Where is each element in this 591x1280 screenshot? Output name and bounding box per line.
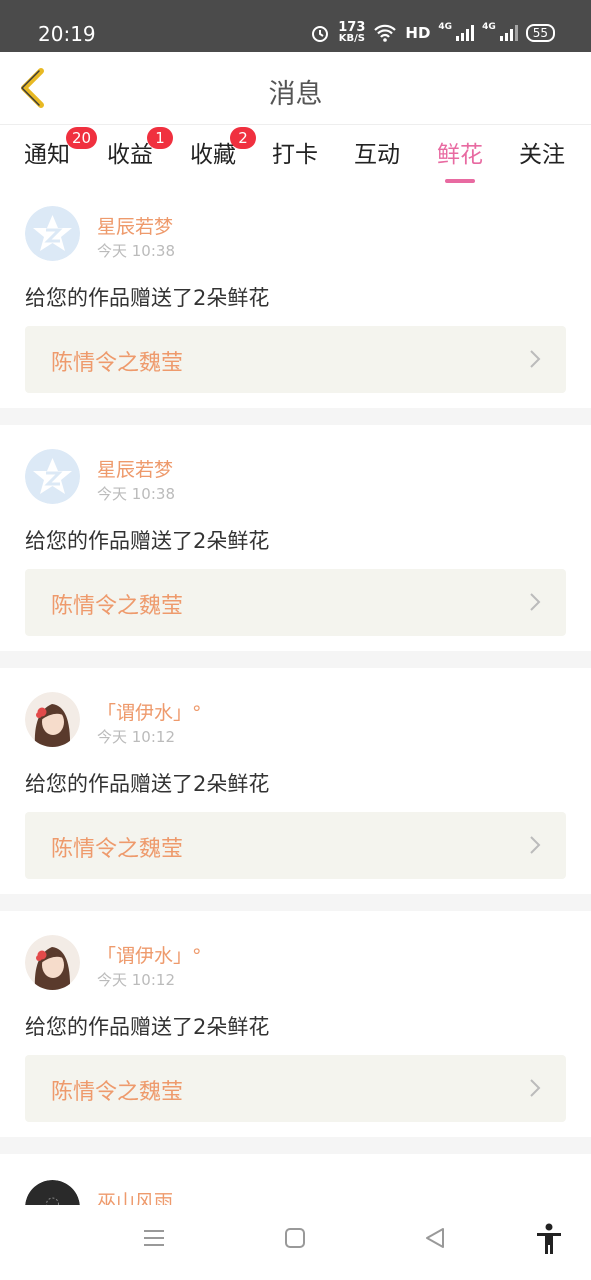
alarm-icon bbox=[312, 25, 329, 42]
badge-earnings: 1 bbox=[147, 127, 173, 149]
accessibility-icon[interactable] bbox=[535, 1223, 563, 1255]
message-time: 今天 10:12 bbox=[97, 971, 175, 989]
default-star-avatar-icon bbox=[25, 206, 80, 261]
status-icons: 173 KB/S HD 4G 4G 55 bbox=[310, 20, 555, 44]
hd-label: HD bbox=[405, 23, 431, 42]
dark-avatar-icon bbox=[25, 1180, 80, 1205]
tab-notifications[interactable]: 通知 20 bbox=[24, 127, 98, 169]
user-name[interactable]: 「谓伊水」° bbox=[97, 698, 202, 725]
message-time: 今天 10:38 bbox=[97, 485, 175, 503]
status-bar: 20:19 173 KB/S HD 4G 4G 55 bbox=[0, 0, 591, 52]
message-card: 「谓伊水」° 今天 10:12 给您的作品赠送了2朵鲜花 陈情令之魏莹 bbox=[0, 668, 591, 911]
signal-icon-2 bbox=[499, 24, 518, 41]
back-icon[interactable] bbox=[424, 1227, 446, 1249]
message-time: 今天 10:12 bbox=[97, 728, 175, 746]
avatar[interactable] bbox=[25, 1180, 80, 1205]
tab-favorites[interactable]: 收藏 2 bbox=[190, 127, 256, 169]
avatar[interactable] bbox=[25, 449, 80, 504]
user-name[interactable]: 星辰若梦 bbox=[97, 212, 173, 239]
message-card: 星辰若梦 今天 10:38 给您的作品赠送了2朵鲜花 陈情令之魏莹 bbox=[0, 425, 591, 668]
signal-icon-1 bbox=[456, 24, 475, 41]
home-icon[interactable] bbox=[284, 1227, 306, 1249]
status-time: 20:19 bbox=[38, 22, 96, 46]
work-title: 陈情令之魏莹 bbox=[51, 837, 184, 862]
badge-notifications: 20 bbox=[66, 127, 98, 149]
message-card: 星辰若梦 今天 10:38 给您的作品赠送了2朵鲜花 陈情令之魏莹 bbox=[0, 182, 591, 425]
chevron-right-icon bbox=[530, 350, 541, 368]
default-star-avatar-icon bbox=[25, 449, 80, 504]
work-link[interactable]: 陈情令之魏莹 bbox=[25, 569, 566, 636]
chevron-right-icon bbox=[530, 836, 541, 854]
tab-follow[interactable]: 关注 bbox=[519, 135, 565, 169]
network-label-2: 4G bbox=[482, 22, 496, 32]
message-text: 给您的作品赠送了2朵鲜花 bbox=[25, 1015, 270, 1039]
work-link[interactable]: 陈情令之魏莹 bbox=[25, 326, 566, 393]
message-tabs: 通知 20 收益 1 收藏 2 打卡 互动 鲜花 关注 bbox=[0, 124, 591, 183]
anime-girl-avatar-icon bbox=[25, 692, 80, 747]
user-name[interactable]: 「谓伊水」° bbox=[97, 941, 202, 968]
app-header: 消息 bbox=[0, 52, 591, 124]
user-name[interactable]: 巫山风雨 bbox=[97, 1187, 173, 1205]
system-nav-bar bbox=[0, 1205, 591, 1280]
message-text: 给您的作品赠送了2朵鲜花 bbox=[25, 529, 270, 553]
work-title: 陈情令之魏莹 bbox=[51, 1080, 184, 1105]
anime-girl-avatar-icon bbox=[25, 935, 80, 990]
tab-interaction[interactable]: 互动 bbox=[354, 135, 400, 169]
user-name[interactable]: 星辰若梦 bbox=[97, 455, 173, 482]
badge-favorites: 2 bbox=[230, 127, 256, 149]
chevron-right-icon bbox=[530, 1079, 541, 1097]
message-time: 今天 10:38 bbox=[97, 242, 175, 260]
work-title: 陈情令之魏莹 bbox=[51, 594, 184, 619]
tab-earnings[interactable]: 收益 1 bbox=[107, 127, 173, 169]
battery-icon: 55 bbox=[525, 23, 555, 42]
avatar[interactable] bbox=[25, 935, 80, 990]
menu-icon[interactable] bbox=[143, 1227, 165, 1249]
work-link[interactable]: 陈情令之魏莹 bbox=[25, 812, 566, 879]
message-text: 给您的作品赠送了2朵鲜花 bbox=[25, 286, 270, 310]
net-speed: 173 KB/S bbox=[338, 20, 366, 44]
avatar[interactable] bbox=[25, 692, 80, 747]
message-list: 星辰若梦 今天 10:38 给您的作品赠送了2朵鲜花 陈情令之魏莹 星辰若梦 今… bbox=[0, 182, 591, 1154]
chevron-right-icon bbox=[530, 593, 541, 611]
wifi-icon bbox=[374, 24, 397, 42]
work-title: 陈情令之魏莹 bbox=[51, 351, 184, 376]
tab-flowers[interactable]: 鲜花 bbox=[437, 135, 483, 183]
network-label-1: 4G bbox=[438, 22, 453, 32]
avatar[interactable] bbox=[25, 206, 80, 261]
message-card: 「谓伊水」° 今天 10:12 给您的作品赠送了2朵鲜花 陈情令之魏莹 bbox=[0, 911, 591, 1154]
message-text: 给您的作品赠送了2朵鲜花 bbox=[25, 772, 270, 796]
message-card-partial: 巫山风雨 bbox=[0, 1155, 591, 1205]
tab-checkin[interactable]: 打卡 bbox=[272, 135, 318, 169]
page-title: 消息 bbox=[268, 79, 323, 110]
work-link[interactable]: 陈情令之魏莹 bbox=[25, 1055, 566, 1122]
